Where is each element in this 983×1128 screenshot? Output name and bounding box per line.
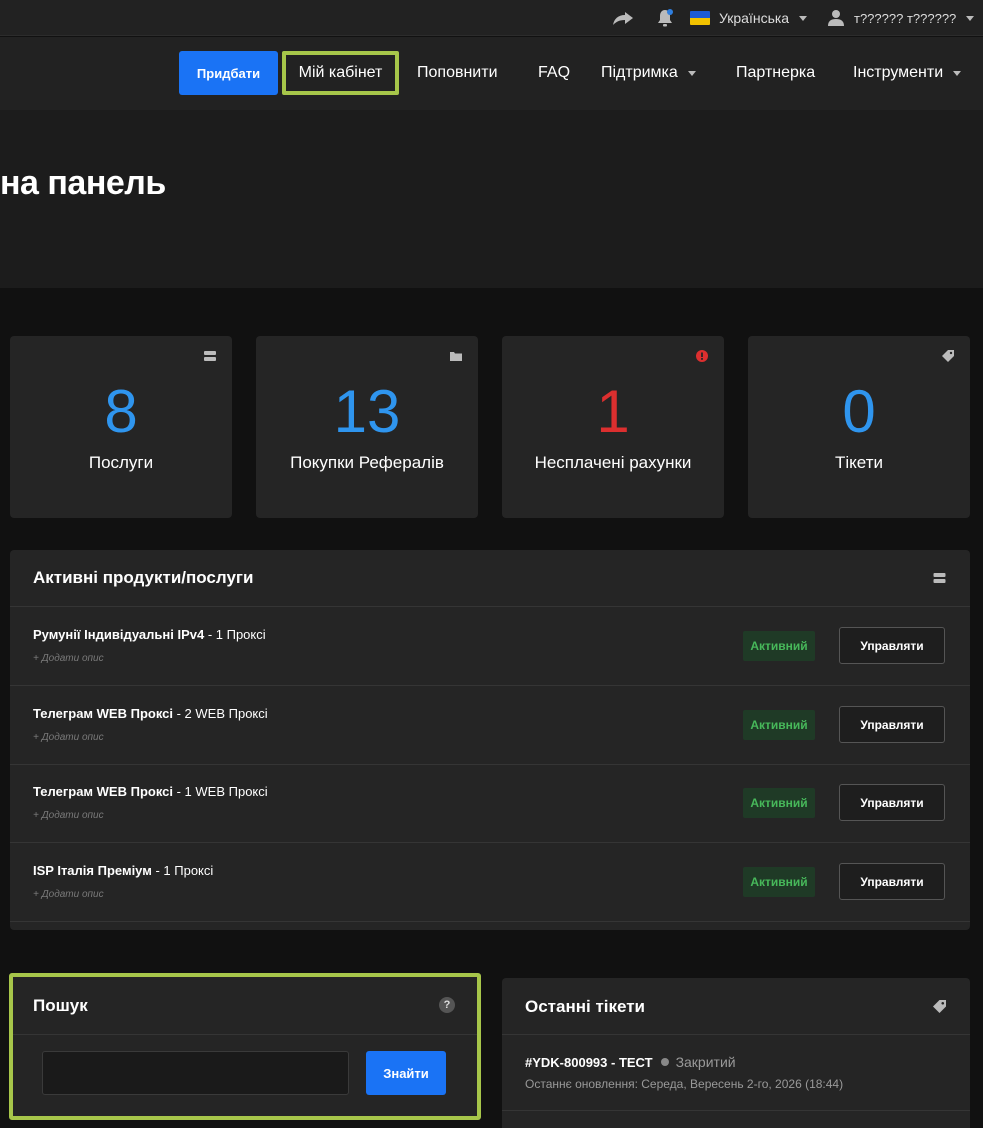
stat-value: 13: [333, 378, 401, 445]
manage-button[interactable]: Управляти: [839, 627, 945, 664]
notifications-icon[interactable]: [655, 0, 675, 36]
tag-icon: [933, 1000, 946, 1013]
search-panel: Пошук ? Знайти: [9, 973, 481, 1120]
add-description-link[interactable]: + Додати опис: [33, 653, 104, 664]
panel-title: Активні продукти/послуги: [33, 568, 254, 587]
nav-support-label: Підтримка: [601, 64, 678, 81]
nav-partner[interactable]: Партнерка: [736, 51, 815, 95]
page-title: на панель: [0, 164, 166, 202]
chevron-down-icon: [966, 15, 975, 21]
manage-button[interactable]: Управляти: [839, 784, 945, 821]
manage-button[interactable]: Управляти: [839, 706, 945, 743]
product-name[interactable]: Телеграм WEB Проксі - 1 WEB Проксі: [33, 784, 268, 799]
stat-label: Послуги: [88, 453, 154, 472]
ticket-link[interactable]: #YDK-800993 - ТЕСТ Закритий: [525, 1054, 736, 1070]
nav-topup[interactable]: Поповнити: [417, 51, 498, 95]
status-dot: [660, 1058, 669, 1066]
panel-title: Останні тікети: [525, 997, 646, 1016]
user-icon: [828, 10, 844, 26]
chevron-down-icon: [687, 70, 696, 76]
panel-title: Пошук: [33, 996, 88, 1015]
language-label: Українська: [719, 10, 790, 26]
user-menu[interactable]: т?????? т??????: [826, 0, 975, 36]
nav-faq[interactable]: FAQ: [538, 51, 570, 95]
search-input[interactable]: [42, 1051, 349, 1095]
list-item: Румунії Індивідуальні IPv4 - 1 Проксі + …: [10, 607, 970, 686]
top-bar: Українська т?????? т??????: [0, 0, 983, 36]
chevron-down-icon: [953, 70, 962, 76]
divider: [502, 1110, 970, 1111]
ticket-id: #YDK-800993 - ТЕСТ: [525, 1054, 653, 1070]
product-name[interactable]: ISP Італія Преміум - 1 Проксі: [33, 863, 213, 878]
stat-value: 0: [842, 378, 876, 445]
ukraine-flag-icon: [690, 11, 710, 25]
list-item: Телеграм WEB Проксі - 1 WEB Проксі + Дод…: [10, 764, 970, 843]
status-badge: Активний: [743, 631, 815, 661]
panel-header: Пошук ?: [13, 977, 477, 1035]
tag-icon: [942, 350, 954, 362]
status-badge: Активний: [743, 867, 815, 897]
nav-support[interactable]: Підтримка: [601, 51, 696, 95]
page-header: на панель: [0, 110, 983, 288]
status-badge: Активний: [743, 788, 815, 818]
list-item: Телеграм WEB Проксі - 2 WEB Проксі + Дод…: [10, 686, 970, 765]
stat-tickets[interactable]: 0 Тікети: [748, 336, 970, 518]
stat-value: 8: [104, 378, 138, 445]
main-nav: Придбати Мій кабінет Поповнити FAQ Підтр…: [0, 37, 983, 110]
manage-button[interactable]: Управляти: [839, 863, 945, 900]
nav-my-account[interactable]: Мій кабінет: [282, 51, 399, 95]
stat-services[interactable]: 8 Послуги: [10, 336, 232, 518]
recent-tickets-panel: Останні тікети #YDK-800993 - ТЕСТ Закрит…: [502, 978, 970, 1128]
help-icon[interactable]: ?: [439, 997, 455, 1013]
active-products-panel: Активні продукти/послуги Румунії Індивід…: [10, 550, 970, 930]
stat-unpaid-invoices[interactable]: 1 Несплачені рахунки: [502, 336, 724, 518]
status-badge: Активний: [743, 710, 815, 740]
product-name[interactable]: Румунії Індивідуальні IPv4 - 1 Проксі: [33, 627, 266, 642]
alert-icon: [696, 350, 708, 362]
stat-referral-purchases[interactable]: 13 Покупки Рефералів: [256, 336, 478, 518]
stat-label: Тікети: [835, 453, 883, 472]
add-description-link[interactable]: + Додати опис: [33, 732, 104, 743]
chevron-down-icon: [799, 15, 808, 21]
nav-tools[interactable]: Інструменти: [853, 51, 962, 95]
nav-tools-label: Інструменти: [853, 64, 944, 81]
user-name: т?????? т??????: [854, 10, 957, 26]
find-button[interactable]: Знайти: [366, 1051, 446, 1095]
add-description-link[interactable]: + Додати опис: [33, 810, 104, 821]
stat-label: Покупки Рефералів: [290, 453, 444, 472]
add-description-link[interactable]: + Додати опис: [33, 889, 104, 900]
stat-label: Несплачені рахунки: [534, 453, 692, 472]
stat-value: 1: [596, 378, 630, 445]
panel-header: Активні продукти/послуги: [10, 550, 970, 607]
server-icon: [933, 573, 946, 583]
ticket-status: Закритий: [675, 1054, 736, 1070]
language-selector[interactable]: Українська: [690, 0, 808, 36]
list-item: ISP Італія Преміум - 1 Проксі + Додати о…: [10, 843, 970, 922]
folder-icon: [450, 352, 462, 361]
panel-header: Останні тікети: [502, 978, 970, 1035]
ticket-updated: Останнє оновлення: Середа, Вересень 2-го…: [525, 1077, 844, 1091]
share-icon[interactable]: [612, 0, 634, 36]
buy-button[interactable]: Придбати: [179, 51, 278, 95]
product-name[interactable]: Телеграм WEB Проксі - 2 WEB Проксі: [33, 706, 268, 721]
server-icon: [204, 351, 216, 361]
